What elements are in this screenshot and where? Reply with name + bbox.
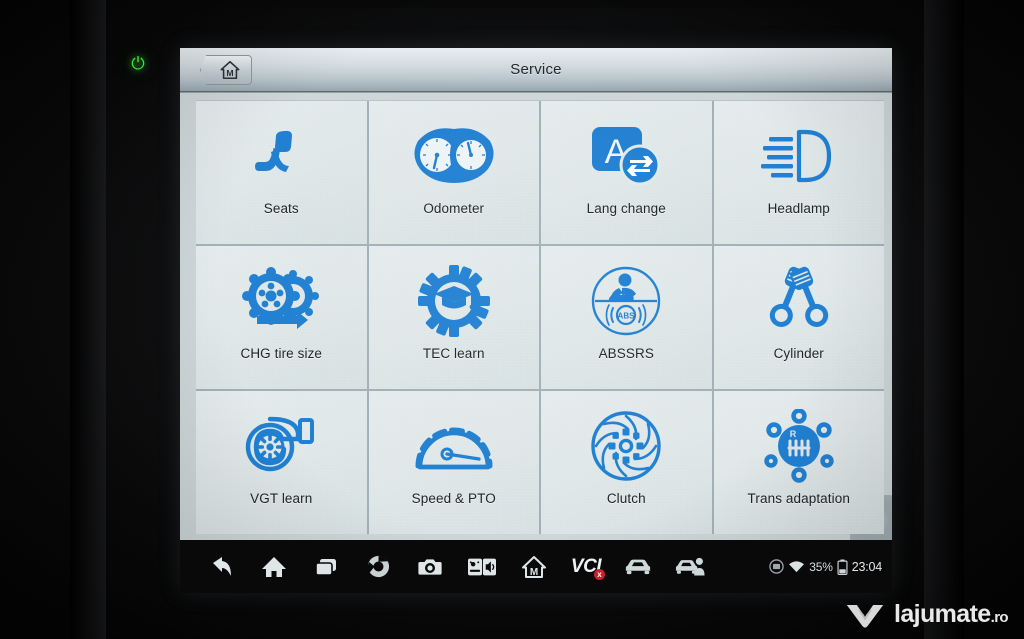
headlamp-beam-icon (714, 117, 885, 195)
chrome-browser-button[interactable] (352, 544, 404, 590)
tile-label: CHG tire size (240, 346, 323, 361)
nav-items: M VCI x (180, 544, 716, 590)
gear-graduation-cap-icon (369, 262, 540, 340)
camera-button[interactable] (404, 544, 456, 590)
tile-label: VGT learn (250, 491, 313, 506)
site-watermark: lajumate.ro (845, 600, 1009, 629)
recents-icon (315, 558, 336, 576)
app-header: M Service (180, 48, 892, 93)
tile-label: Clutch (606, 491, 646, 506)
tile-trans-adaptation[interactable]: R Trans adaptation (713, 391, 885, 534)
service-grid: Seats Odometer A Lang change Headlamp CH… (196, 100, 892, 547)
tile-abssrs[interactable]: ABS ABSSRS (541, 246, 712, 389)
tile-label: Odometer (423, 201, 485, 216)
vehicle-icon (625, 559, 651, 574)
tile-odometer[interactable]: Odometer (368, 101, 540, 244)
bezel-right-edge (924, 0, 964, 639)
tile-label: Speed & PTO (411, 491, 496, 506)
svg-text:M: M (226, 68, 233, 78)
svg-text:ABS: ABS (618, 312, 636, 321)
tile-vgt-learn[interactable]: VGT learn (196, 391, 367, 534)
airbag-abs-icon: ABS (541, 262, 712, 340)
tablet-screen: M Service Seats Odometer A Lang change H… (180, 48, 892, 593)
watermark-name: lajumate (893, 600, 991, 628)
display-volume-button[interactable] (456, 544, 508, 590)
recents-button[interactable] (300, 544, 352, 590)
battery-percent: 35% (809, 559, 833, 574)
maxi-home-icon: M (522, 555, 546, 578)
device-photo: ⏻ M Service Seats Odometer A Lang change… (0, 0, 1024, 639)
svg-text:R: R (790, 429, 797, 439)
tile-label: Lang change (586, 201, 666, 216)
vehicle-button[interactable] (612, 544, 664, 590)
tile-seats[interactable]: Seats (196, 101, 367, 244)
tile-label: Trans adaptation (747, 491, 850, 506)
vci-disconnected-badge: x (594, 568, 605, 580)
home-button[interactable] (248, 544, 300, 590)
back-button[interactable] (196, 544, 248, 590)
chrome-browser-icon (367, 555, 389, 578)
clutch-disc-icon (541, 407, 712, 485)
instrument-cluster-icon (369, 117, 540, 195)
maxi-home-button[interactable]: M (508, 544, 560, 590)
home-icon (262, 556, 286, 577)
bezel-left-edge (70, 0, 106, 639)
power-led-icon[interactable]: ⏻ (128, 54, 148, 74)
battery-icon (837, 559, 848, 575)
watermark-text: lajumate.ro (893, 600, 1009, 629)
tile-tec-learn[interactable]: TEC learn (368, 246, 540, 389)
tile-label: Seats (263, 201, 299, 216)
language-swap-icon: A (541, 117, 712, 195)
vehicle-service-icon (675, 557, 705, 575)
watermark-tld: .ro (990, 609, 1009, 626)
tile-cylinder[interactable]: Cylinder (713, 246, 892, 547)
tire-size-change-icon (196, 262, 367, 340)
screen-capture-icon (769, 559, 785, 574)
gear-shift-pattern-icon: R (714, 407, 885, 485)
tile-label: Headlamp (767, 201, 830, 216)
tile-lang-change[interactable]: A Lang change (541, 101, 712, 244)
tile-clutch[interactable]: Clutch (541, 391, 712, 534)
status-bar: 35% 23:04 (769, 540, 882, 593)
handshake-logo-icon (846, 604, 884, 628)
home-m-icon: M (220, 60, 240, 80)
tile-chg-tire-size[interactable]: CHG tire size (196, 246, 367, 389)
svg-text:M: M (530, 567, 538, 578)
crossed-pistons-icon (714, 262, 885, 340)
clock: 23:04 (851, 559, 882, 574)
back-icon (213, 556, 231, 576)
system-navigation-bar: M VCI x 35% 23:04 (180, 540, 892, 593)
wifi-icon (789, 561, 805, 573)
vehicle-service-button[interactable] (664, 544, 716, 590)
tile-label: ABSSRS (598, 346, 654, 361)
tile-speed-pto[interactable]: Speed & PTO (368, 391, 540, 534)
speedometer-icon (369, 407, 540, 485)
vci-status-button[interactable]: VCI x (560, 544, 612, 590)
car-seat-icon (196, 117, 367, 195)
tile-label: Cylinder (773, 346, 824, 361)
turbocharger-icon (196, 407, 367, 485)
tile-label: TEC learn (422, 346, 485, 361)
camera-icon (418, 558, 442, 575)
page-title: Service (510, 61, 562, 78)
display-volume-icon (468, 558, 496, 575)
home-m-button[interactable]: M (200, 55, 252, 85)
tile-headlamp[interactable]: Headlamp (713, 101, 885, 244)
